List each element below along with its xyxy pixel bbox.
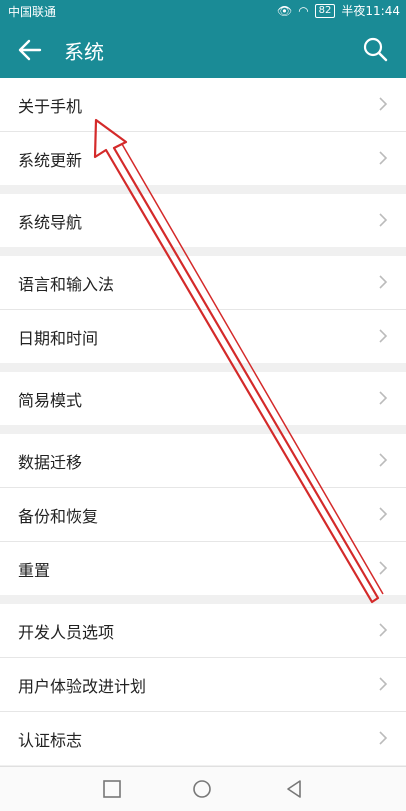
chevron-right-icon <box>379 275 388 289</box>
status-bar: 中国联通 👁 ◠ 82 半夜11:44 <box>0 0 406 20</box>
chevron-right-icon <box>379 507 388 521</box>
settings-group: 系统导航 <box>0 194 406 247</box>
status-icons: 👁 ◠ 82 半夜11:44 <box>277 2 400 19</box>
chevron-right-icon <box>379 561 388 575</box>
clock: 半夜11:44 <box>341 4 400 18</box>
chevron-right-icon <box>379 151 388 165</box>
chevron-right-icon <box>379 213 388 227</box>
search-icon[interactable] <box>362 36 388 62</box>
list-item-label: 系统导航 <box>18 213 83 232</box>
chevron-right-icon <box>379 623 388 637</box>
list-item-label: 开发人员选项 <box>18 623 115 642</box>
settings-group: 语言和输入法 日期和时间 <box>0 256 406 363</box>
recent-apps-icon[interactable] <box>101 778 123 800</box>
navigation-bar <box>0 766 406 811</box>
eye-icon: 👁 <box>276 3 293 18</box>
chevron-right-icon <box>379 97 388 111</box>
list-item-simple-mode[interactable]: 简易模式 <box>0 372 406 425</box>
list-item-language-input[interactable]: 语言和输入法 <box>0 256 406 310</box>
chevron-right-icon <box>379 391 388 405</box>
settings-group: 简易模式 <box>0 372 406 425</box>
list-item-system-update[interactable]: 系统更新 <box>0 132 406 185</box>
chevron-right-icon <box>379 731 388 745</box>
list-item-about-phone[interactable]: 关于手机 <box>0 78 406 132</box>
arrow-left-icon[interactable] <box>16 36 44 64</box>
page-title: 系统 <box>64 40 104 64</box>
list-item-data-migration[interactable]: 数据迁移 <box>0 434 406 488</box>
home-icon[interactable] <box>191 778 213 800</box>
list-item-label: 日期和时间 <box>18 329 99 348</box>
battery-indicator: 82 <box>314 3 336 18</box>
list-item-backup-restore[interactable]: 备份和恢复 <box>0 488 406 542</box>
app-bar: 系统 <box>0 20 406 78</box>
chevron-right-icon <box>379 329 388 343</box>
back-icon[interactable] <box>283 778 305 800</box>
list-item-reset[interactable]: 重置 <box>0 542 406 595</box>
carrier-name: 中国联通 <box>8 5 57 19</box>
list-item-system-navigation[interactable]: 系统导航 <box>0 194 406 247</box>
wifi-icon: ◠ <box>298 3 309 18</box>
chevron-right-icon <box>379 453 388 467</box>
list-item-label: 关于手机 <box>18 97 83 116</box>
chevron-right-icon <box>379 677 388 691</box>
list-item-certification[interactable]: 认证标志 <box>0 712 406 765</box>
list-item-label: 简易模式 <box>18 391 83 410</box>
settings-group: 关于手机 系统更新 <box>0 78 406 185</box>
list-item-label: 数据迁移 <box>18 453 83 472</box>
list-item-label: 备份和恢复 <box>18 507 99 526</box>
list-item-date-time[interactable]: 日期和时间 <box>0 310 406 363</box>
list-item-label: 用户体验改进计划 <box>18 677 147 696</box>
list-item-label: 系统更新 <box>18 151 83 170</box>
settings-list: 关于手机 系统更新 系统导航 语言和输入法 日期和时间 简易模式 数据迁移 备份… <box>0 78 406 765</box>
list-item-user-experience[interactable]: 用户体验改进计划 <box>0 658 406 712</box>
settings-group: 开发人员选项 用户体验改进计划 认证标志 <box>0 604 406 765</box>
list-item-label: 重置 <box>18 561 51 580</box>
list-item-developer-options[interactable]: 开发人员选项 <box>0 604 406 658</box>
settings-group: 数据迁移 备份和恢复 重置 <box>0 434 406 595</box>
list-item-label: 认证标志 <box>18 731 83 750</box>
list-item-label: 语言和输入法 <box>18 275 115 294</box>
